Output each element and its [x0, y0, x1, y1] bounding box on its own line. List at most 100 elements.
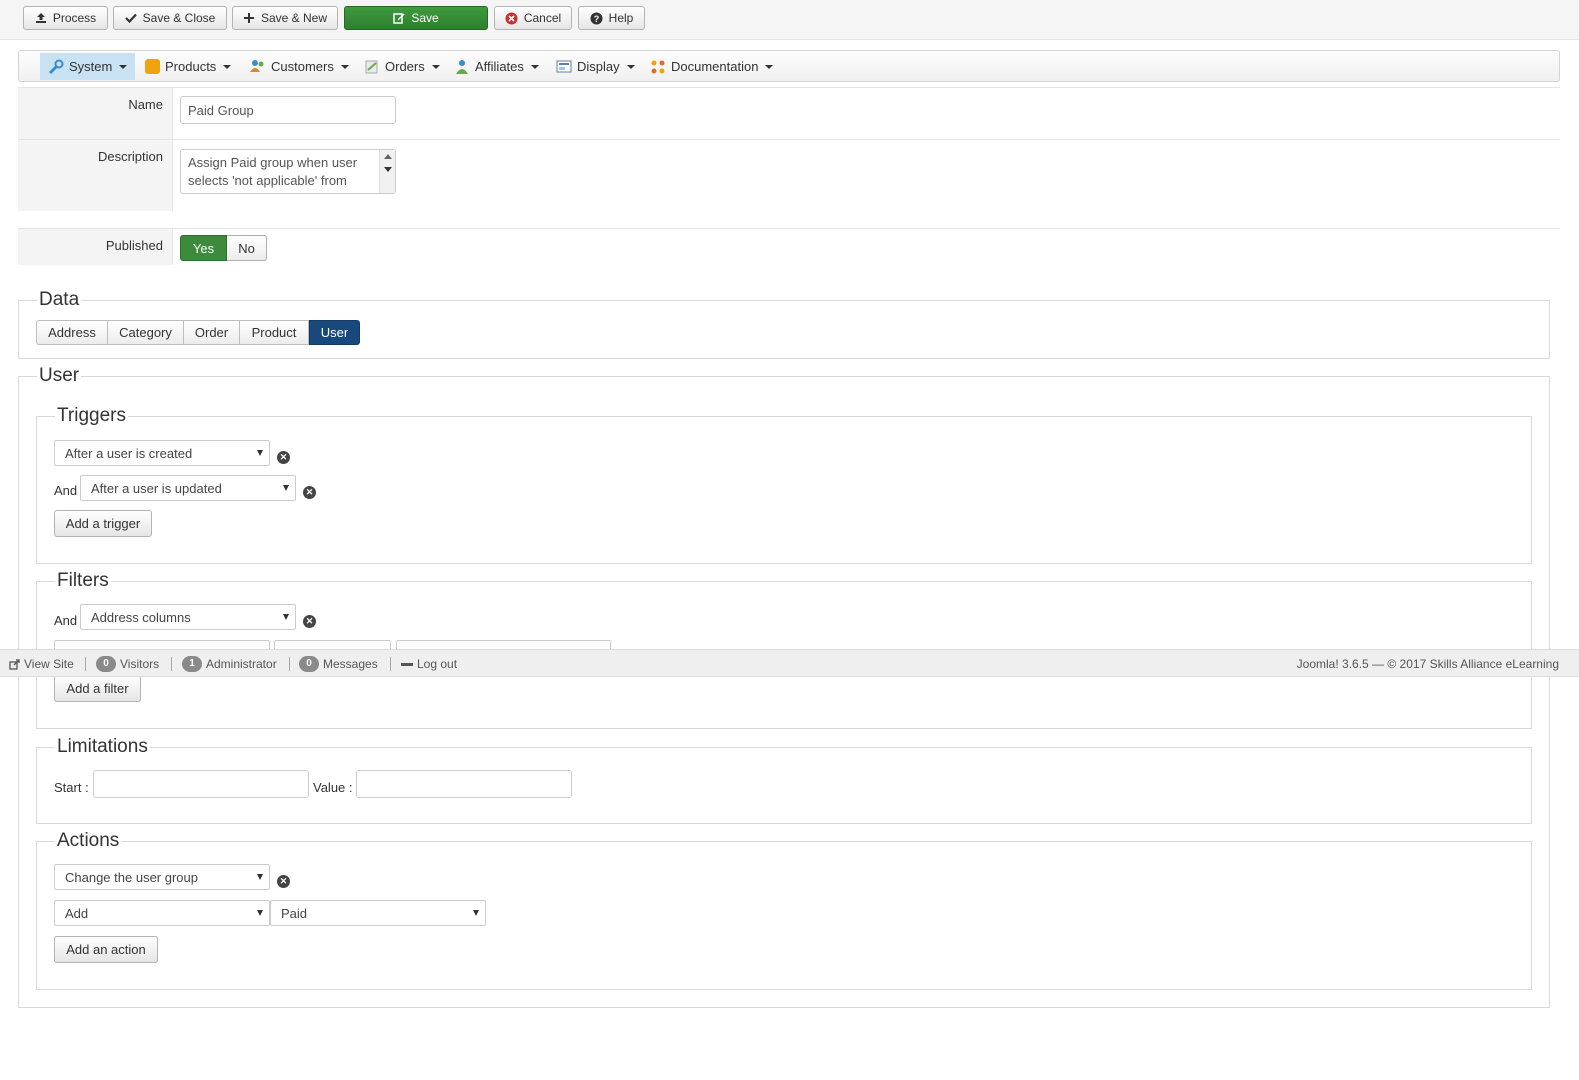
add-filter-button[interactable]: Add a filter [54, 675, 141, 702]
name-row: Name [18, 87, 1560, 139]
data-tab-category[interactable]: Category [108, 320, 184, 345]
filters-legend: Filters [57, 570, 109, 591]
data-tab-user[interactable]: User [309, 320, 360, 345]
trigger-select-2[interactable]: After a user is updated [80, 475, 296, 501]
name-input[interactable] [180, 96, 396, 124]
action-mode-select[interactable]: Add [54, 900, 270, 926]
footer-copyright: Joomla! 3.6.5 — © 2017 Skills Alliance e… [1296, 657, 1559, 671]
dropdown-arrow-icon [473, 910, 479, 916]
users-icon [250, 60, 264, 72]
separator [171, 657, 172, 671]
process-button[interactable]: Process [23, 6, 108, 30]
add-trigger-button[interactable]: Add a trigger [54, 510, 152, 537]
menu-display[interactable]: Display [548, 53, 643, 80]
separator [289, 657, 290, 671]
remove-filter-1-icon[interactable]: ✕ [303, 615, 316, 628]
logout-link[interactable]: Log out [401, 650, 457, 678]
description-label: Description [18, 140, 173, 211]
wrench-icon [48, 59, 64, 74]
svg-text:?: ? [593, 14, 599, 24]
edit-icon [393, 13, 405, 24]
data-tab-order[interactable]: Order [184, 320, 240, 345]
dropdown-arrow-icon [257, 874, 263, 880]
dropdown-arrow-icon [283, 485, 289, 491]
upload-icon [35, 13, 46, 23]
component-menu-bar: System Products Customers Orders Affilia… [18, 50, 1560, 82]
dropdown-arrow-icon [283, 614, 289, 620]
menu-products[interactable]: Products [137, 53, 239, 80]
trigger-select-1[interactable]: After a user is created [54, 440, 270, 466]
name-label: Name [18, 88, 173, 139]
check-icon [124, 13, 137, 24]
visitors-link[interactable]: 0 Visitors [96, 650, 159, 678]
actions-legend: Actions [57, 830, 120, 851]
menu-affiliates[interactable]: Affiliates [446, 53, 547, 80]
filter-select-1[interactable]: Address columns [80, 604, 296, 630]
start-input[interactable] [93, 770, 309, 798]
published-yes-toggle[interactable]: Yes [180, 235, 227, 261]
value-input[interactable] [356, 770, 572, 798]
menu-orders[interactable]: Orders [356, 53, 448, 80]
chevron-down-icon [765, 64, 774, 69]
display-icon [556, 60, 572, 72]
orders-icon [365, 60, 378, 73]
chevron-down-icon [626, 64, 635, 69]
published-row: Published Yes No [18, 228, 1560, 265]
save-new-button[interactable]: Save & New [232, 6, 338, 30]
messages-badge: 0 [299, 656, 319, 672]
admin-badge: 1 [182, 656, 202, 672]
remove-trigger-2-icon[interactable]: ✕ [303, 486, 316, 499]
published-no-toggle[interactable]: No [227, 235, 267, 261]
external-link-icon [9, 658, 20, 670]
plus-icon [243, 13, 254, 23]
visitors-badge: 0 [96, 656, 116, 672]
cancel-circle-icon [505, 12, 518, 24]
data-legend: Data [39, 289, 80, 310]
toolbar: Process Save & Close Save & New Save Can… [0, 0, 1579, 40]
add-action-button[interactable]: Add an action [54, 936, 158, 963]
messages-link[interactable]: 0 Messages [299, 650, 378, 678]
separator [85, 657, 86, 671]
and-label: And [54, 613, 78, 628]
menu-customers[interactable]: Customers [241, 53, 357, 80]
description-row: Description Assign Paid group when user … [18, 139, 1560, 211]
action-select-1[interactable]: Change the user group [54, 864, 270, 890]
dropdown-arrow-icon [257, 450, 263, 456]
administrator-link[interactable]: 1 Administrator [182, 650, 277, 678]
question-circle-icon: ? [590, 12, 603, 24]
menu-system[interactable]: System [40, 53, 136, 80]
menu-documentation[interactable]: Documentation [642, 53, 781, 80]
chevron-down-icon [530, 64, 539, 69]
save-close-button[interactable]: Save & Close [113, 6, 227, 30]
user-legend: User [39, 365, 80, 386]
dropdown-arrow-icon [257, 910, 263, 916]
chevron-down-icon [119, 64, 128, 69]
save-button[interactable]: Save [344, 6, 488, 30]
data-tab-address[interactable]: Address [36, 320, 108, 345]
start-label: Start : [54, 780, 89, 795]
documentation-icon [651, 60, 665, 73]
remove-trigger-1-icon[interactable]: ✕ [277, 451, 290, 464]
description-scrollbar[interactable] [379, 150, 395, 193]
action-group-select[interactable]: Paid [270, 900, 486, 926]
chevron-down-icon [431, 64, 440, 69]
and-label: And [54, 483, 78, 498]
chevron-down-icon [223, 64, 232, 69]
scroll-down-icon[interactable] [384, 167, 392, 172]
published-label: Published [18, 229, 173, 265]
help-button[interactable]: ? Help [578, 6, 645, 30]
cancel-button[interactable]: Cancel [494, 6, 572, 30]
remove-action-1-icon[interactable]: ✕ [277, 875, 290, 888]
box-icon [145, 59, 160, 74]
status-bar: View Site 0 Visitors 1 Administrator 0 M… [0, 649, 1579, 677]
triggers-legend: Triggers [57, 405, 126, 426]
minus-icon [401, 662, 413, 666]
affiliates-icon [456, 59, 468, 74]
data-tab-product[interactable]: Product [240, 320, 309, 345]
view-site-link[interactable]: View Site [9, 650, 74, 678]
description-textarea[interactable]: Assign Paid group when user selects 'not… [180, 149, 396, 194]
value-label: Value : [313, 780, 353, 795]
scroll-up-icon[interactable] [384, 154, 392, 159]
separator [390, 657, 391, 671]
chevron-down-icon [340, 64, 349, 69]
